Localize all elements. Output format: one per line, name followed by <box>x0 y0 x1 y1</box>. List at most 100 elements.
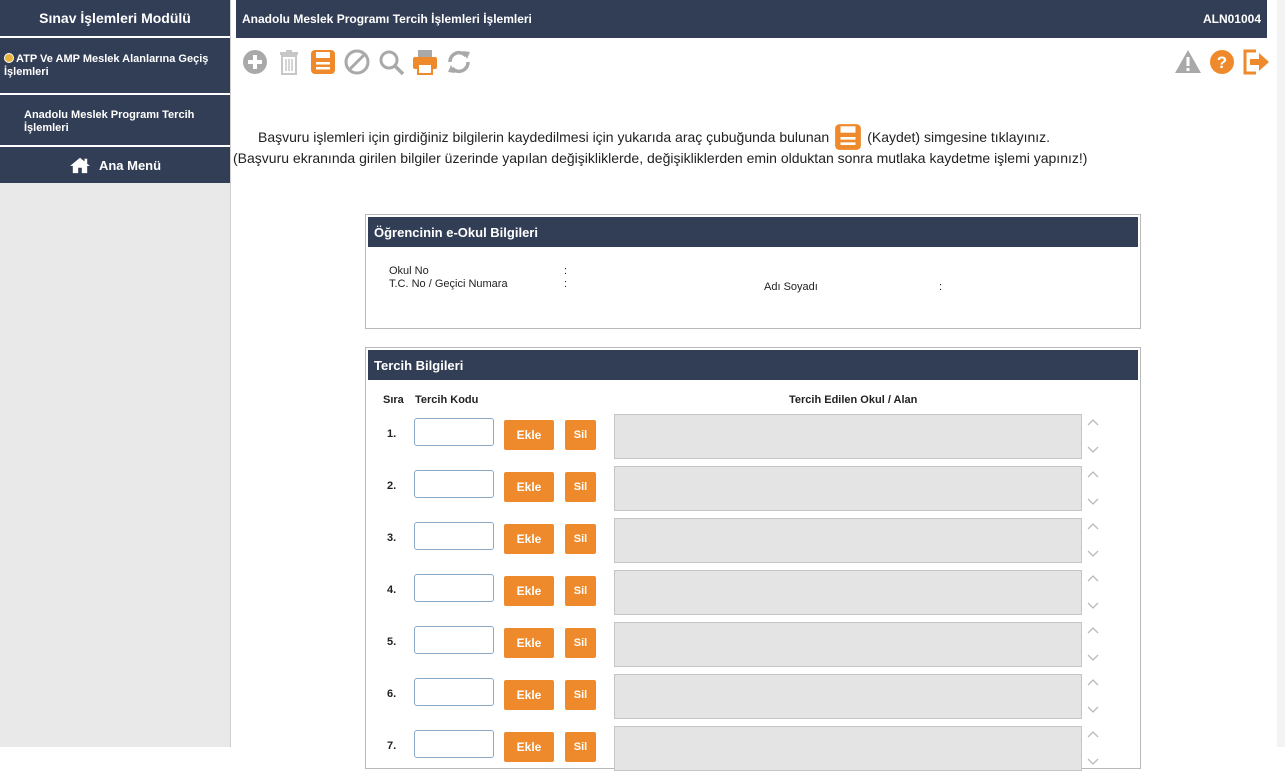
cancel-icon <box>344 49 370 75</box>
choice-code-input[interactable] <box>414 678 494 706</box>
cancel-button[interactable] <box>342 46 372 78</box>
adsoyad-label: Adı Soyadı <box>764 281 818 293</box>
choice-school-field[interactable] <box>614 622 1082 667</box>
refresh-icon <box>448 50 470 74</box>
choice-code-input[interactable] <box>414 522 494 550</box>
sidebar: Sınav İşlemleri Modülü ATP Ve AMP Meslek… <box>0 0 231 747</box>
choice-code-input[interactable] <box>414 470 494 498</box>
choice-row-number: 3. <box>387 532 397 544</box>
sidebar-item-label: ATP Ve AMP Meslek Alanlarına Geçiş İşlem… <box>4 53 209 78</box>
page-title: Anadolu Meslek Programı Tercih İşlemleri… <box>242 12 532 26</box>
choice-school-field[interactable] <box>614 414 1082 459</box>
choice-field-scrollbar[interactable] <box>1084 414 1104 459</box>
bullet-icon <box>4 53 14 63</box>
remove-choice-button[interactable]: Sil <box>565 472 596 502</box>
add-choice-button[interactable]: Ekle <box>504 732 554 762</box>
save-button[interactable] <box>308 46 338 78</box>
delete-button[interactable] <box>274 46 304 78</box>
choice-school-field[interactable] <box>614 726 1082 771</box>
search-button[interactable] <box>376 46 406 78</box>
tc-no-label: T.C. No / Geçici Numara <box>389 278 508 290</box>
add-choice-button[interactable]: Ekle <box>504 472 554 502</box>
chevron-down-icon <box>1087 498 1099 505</box>
chevron-down-icon <box>1087 758 1099 765</box>
choice-row: 6. Ekle Sil <box>366 674 1140 722</box>
delete-icon <box>280 50 298 75</box>
save-icon <box>311 50 335 74</box>
choice-row: 3. Ekle Sil <box>366 518 1140 566</box>
choice-field-scrollbar[interactable] <box>1084 726 1104 771</box>
choice-row-number: 5. <box>387 636 397 648</box>
choice-school-field[interactable] <box>614 570 1082 615</box>
warning-icon <box>1175 50 1201 73</box>
col-okul-header: Tercih Edilen Okul / Alan <box>789 394 918 406</box>
choices-panel-title: Tercih Bilgileri <box>368 350 1138 380</box>
choice-field-scrollbar[interactable] <box>1084 622 1104 667</box>
remove-choice-button[interactable]: Sil <box>565 628 596 658</box>
screen-code: ALN01004 <box>1202 12 1261 26</box>
warning-button[interactable] <box>1173 46 1203 78</box>
choice-field-scrollbar[interactable] <box>1084 518 1104 563</box>
add-choice-button[interactable]: Ekle <box>504 628 554 658</box>
remove-choice-button[interactable]: Sil <box>565 524 596 554</box>
exit-icon <box>1243 49 1269 75</box>
choice-field-scrollbar[interactable] <box>1084 674 1104 719</box>
choice-code-input[interactable] <box>414 626 494 654</box>
choice-school-field[interactable] <box>614 466 1082 511</box>
add-choice-button[interactable]: Ekle <box>504 576 554 606</box>
add-choice-button[interactable]: Ekle <box>504 420 554 450</box>
choice-code-input[interactable] <box>414 730 494 758</box>
choice-row: 7. Ekle Sil <box>366 726 1140 774</box>
choice-field-scrollbar[interactable] <box>1084 466 1104 511</box>
choice-row-number: 1. <box>387 428 397 440</box>
choice-school-field[interactable] <box>614 518 1082 563</box>
col-sira-header: Sıra <box>383 394 404 406</box>
print-icon <box>413 50 437 75</box>
remove-choice-button[interactable]: Sil <box>565 732 596 762</box>
exit-button[interactable] <box>1241 46 1271 78</box>
remove-choice-button[interactable]: Sil <box>565 680 596 710</box>
info-text-after: (Kaydet) simgesine tıklayınız. <box>867 129 1051 145</box>
chevron-down-icon <box>1087 654 1099 661</box>
chevron-down-icon <box>1087 706 1099 713</box>
remove-choice-button[interactable]: Sil <box>565 576 596 606</box>
chevron-up-icon <box>1087 471 1099 478</box>
choice-row: 4. Ekle Sil <box>366 570 1140 618</box>
choice-row-number: 2. <box>387 480 397 492</box>
add-choice-button[interactable]: Ekle <box>504 680 554 710</box>
refresh-button[interactable] <box>444 46 474 78</box>
chevron-up-icon <box>1087 731 1099 738</box>
sidebar-title: Sınav İşlemleri Modülü <box>0 0 230 38</box>
add-choice-button[interactable]: Ekle <box>504 524 554 554</box>
choice-code-input[interactable] <box>414 418 494 446</box>
print-button[interactable] <box>410 46 440 78</box>
choice-field-scrollbar[interactable] <box>1084 570 1104 615</box>
choice-row-number: 6. <box>387 688 397 700</box>
add-button[interactable] <box>240 46 270 78</box>
chevron-up-icon <box>1087 627 1099 634</box>
chevron-up-icon <box>1087 679 1099 686</box>
choice-school-field[interactable] <box>614 674 1082 719</box>
tc-no-colon: : <box>564 278 568 290</box>
info-line-2: (Başvuru ekranında girilen bilgiler üzer… <box>233 150 1088 166</box>
choice-row: 5. Ekle Sil <box>366 622 1140 670</box>
choice-code-input[interactable] <box>414 574 494 602</box>
student-panel-title: Öğrencinin e-Okul Bilgileri <box>368 217 1138 247</box>
sidebar-item-amp-tercih[interactable]: Anadolu Meslek Programı Tercih İşlemleri <box>0 95 230 147</box>
sidebar-home-button[interactable]: Ana Menü <box>0 147 230 183</box>
choice-row-number: 4. <box>387 584 397 596</box>
help-button[interactable]: ? <box>1207 46 1237 78</box>
chevron-down-icon <box>1087 550 1099 557</box>
home-icon <box>70 157 90 174</box>
choice-row-number: 7. <box>387 740 397 752</box>
col-kodu-header: Tercih Kodu <box>415 394 479 406</box>
toolbar: ? <box>236 42 1271 82</box>
sidebar-item-atp-amp[interactable]: ATP Ve AMP Meslek Alanlarına Geçiş İşlem… <box>0 38 230 95</box>
svg-text:?: ? <box>1217 53 1227 72</box>
remove-choice-button[interactable]: Sil <box>565 420 596 450</box>
info-text-before: Başvuru işlemleri için girdiğiniz bilgil… <box>258 129 830 145</box>
add-icon <box>243 50 267 74</box>
save-icon <box>835 124 862 150</box>
page-scrollbar[interactable] <box>1277 0 1285 747</box>
adsoyad-colon: : <box>939 281 943 293</box>
